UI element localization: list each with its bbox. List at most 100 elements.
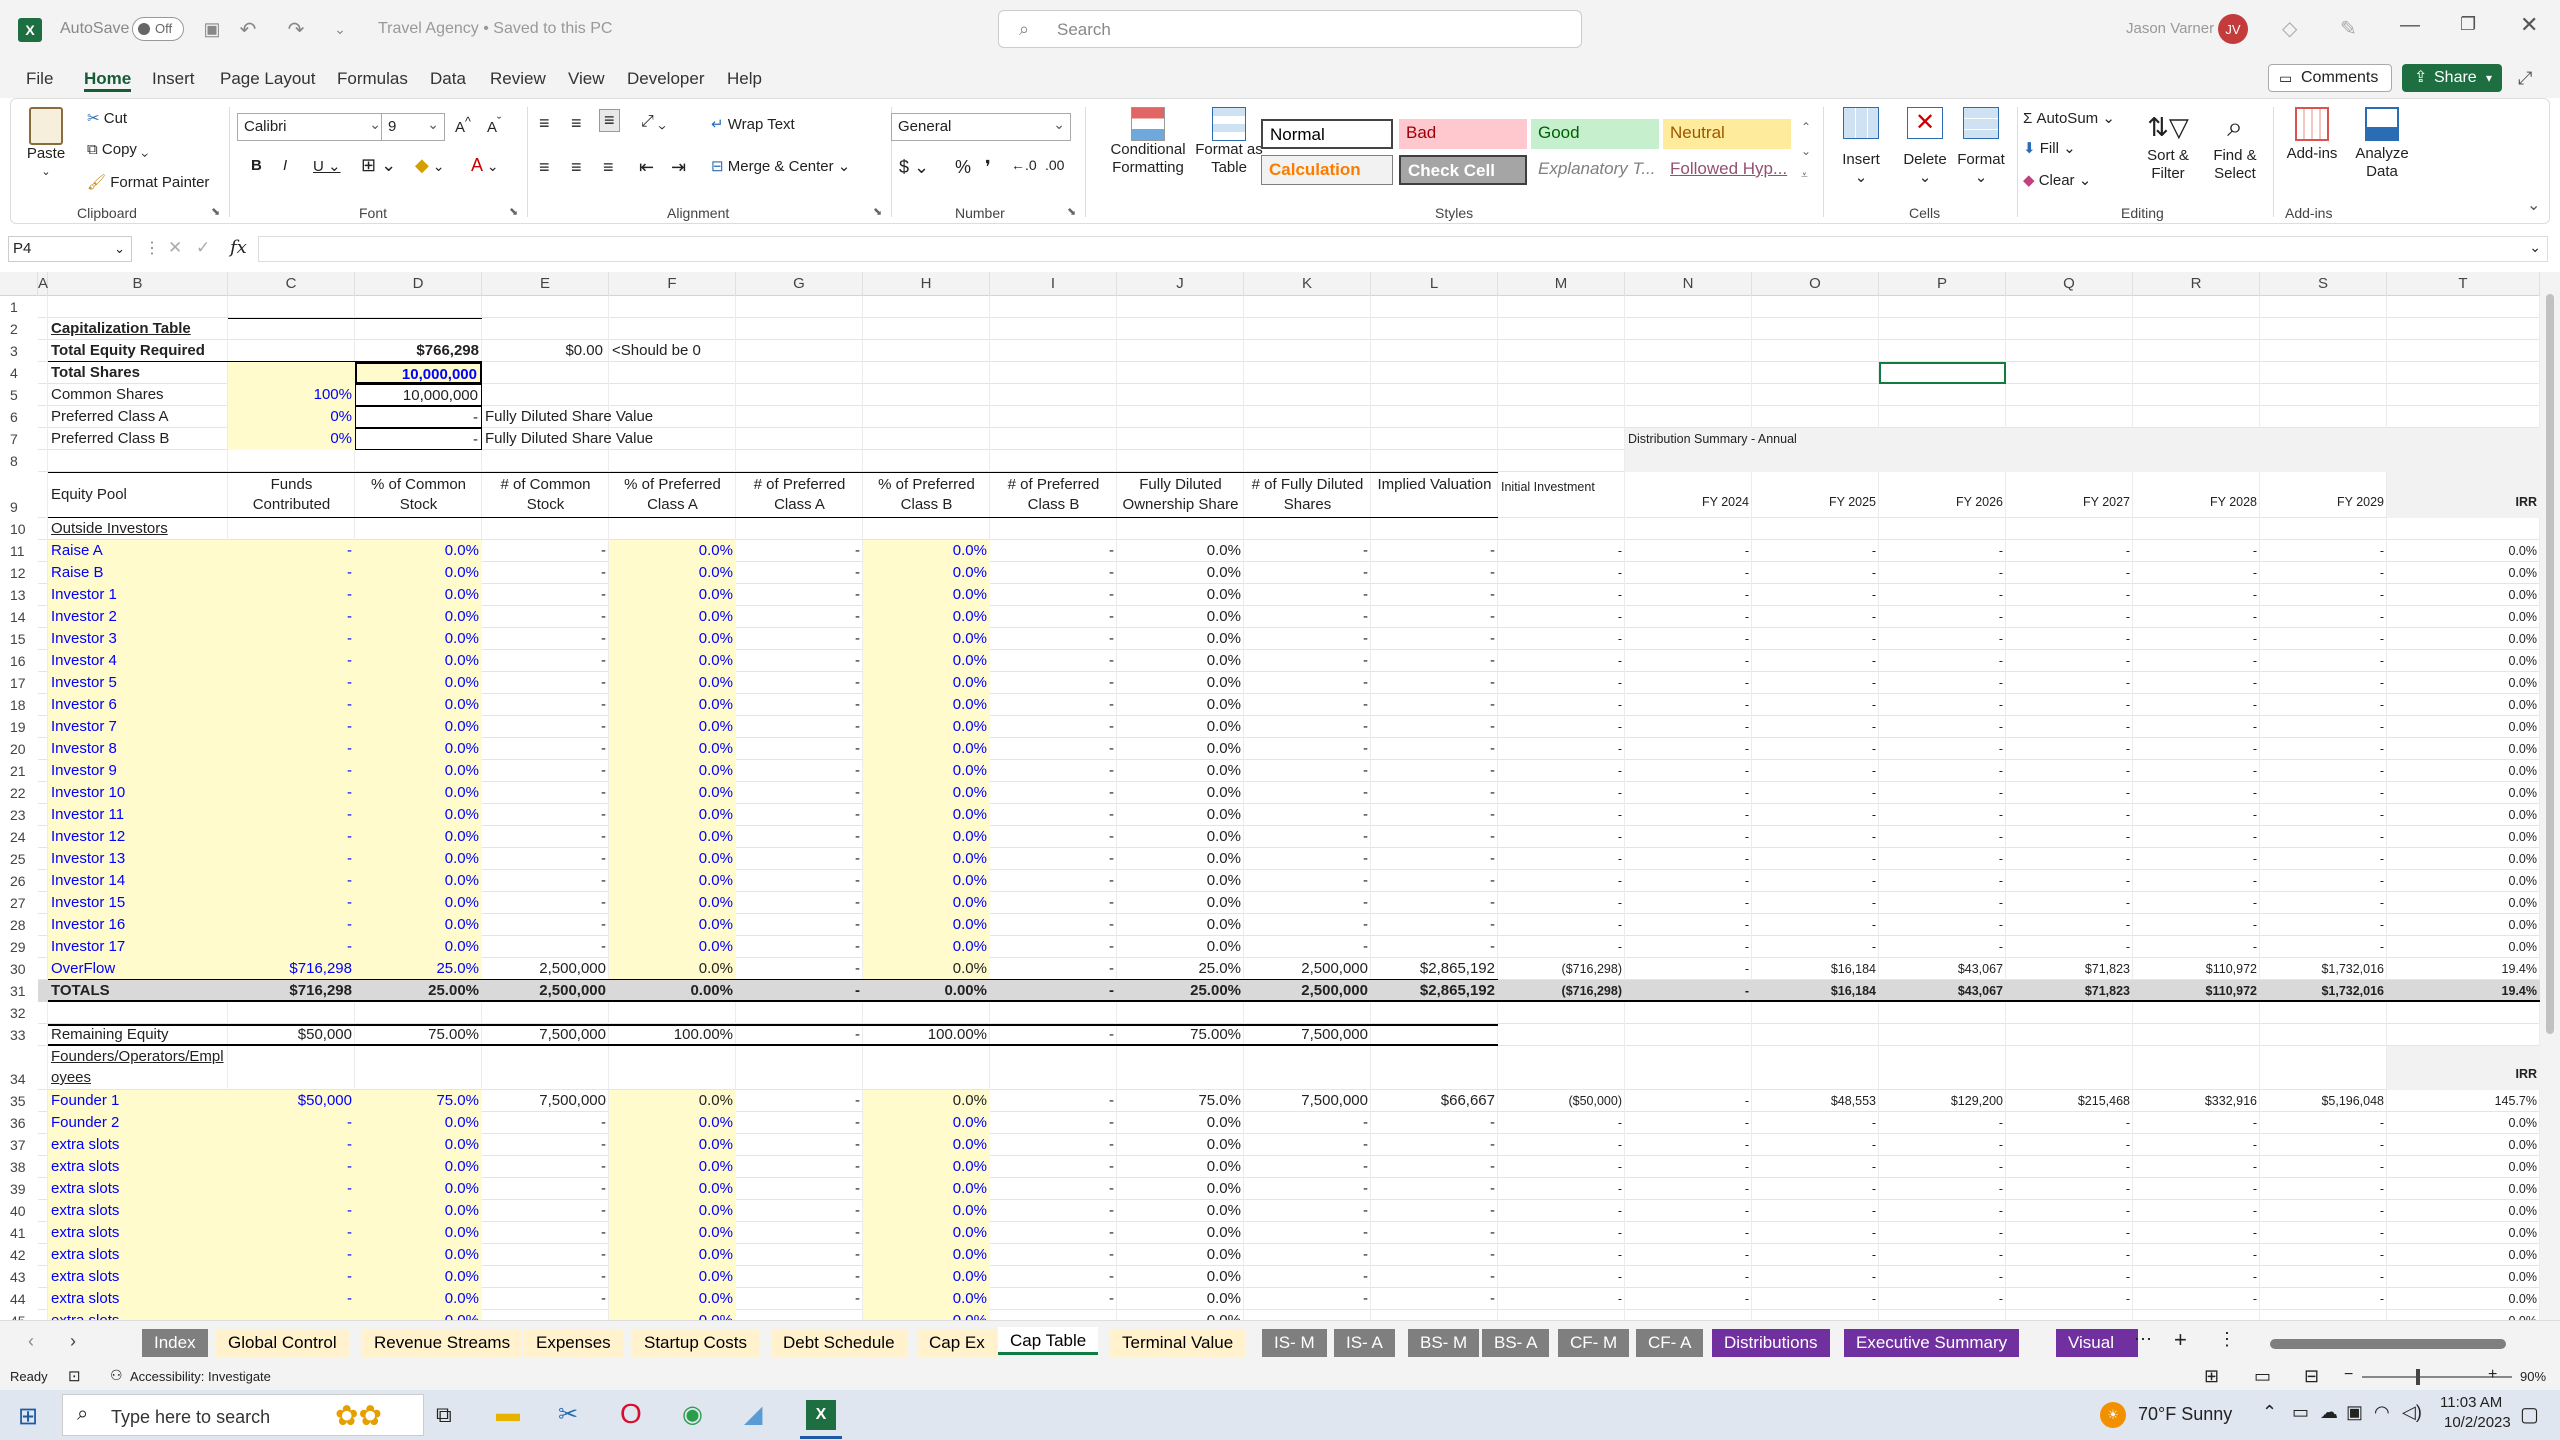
dist-cell[interactable]: - (1498, 584, 1625, 606)
table-cell[interactable]: 0.0% (609, 1156, 736, 1178)
table-cell[interactable]: - (482, 914, 609, 936)
dist-cell[interactable]: - (1879, 914, 2006, 936)
column-header-t[interactable]: T (2387, 272, 2540, 296)
dist-cell[interactable]: - (1752, 584, 1879, 606)
dist-cell[interactable]: - (1625, 628, 1752, 650)
dist-cell[interactable]: - (1879, 738, 2006, 760)
tab-page-layout[interactable]: Page Layout (220, 68, 315, 92)
cell[interactable]: 10,000,000 (355, 384, 482, 406)
dist-cell[interactable]: - (1879, 848, 2006, 870)
table-cell[interactable]: 0.0% (609, 782, 736, 804)
table-cell[interactable]: - (736, 914, 863, 936)
table-cell[interactable]: $2,865,192 (1371, 980, 1498, 1002)
app-icon[interactable]: ◢ (744, 1400, 762, 1429)
table-cell[interactable]: - (1244, 650, 1371, 672)
formula-input[interactable]: ⌄ (258, 236, 2548, 262)
dist-title[interactable]: FY 2025 (1752, 472, 1879, 518)
sheet-tab[interactable]: Expenses (524, 1329, 623, 1357)
table-cell[interactable]: - (482, 628, 609, 650)
dist-cell[interactable]: - (2260, 760, 2387, 782)
table-cell[interactable]: - (1244, 1310, 1371, 1320)
table-cell[interactable]: 0.0% (1117, 1288, 1244, 1310)
dist-cell[interactable]: 0.0% (2387, 540, 2540, 562)
monitor-icon[interactable]: ▣ (2346, 1402, 2363, 1423)
style-explanatory[interactable]: Explanatory T... (1531, 155, 1659, 185)
table-cell[interactable]: 2,500,000 (482, 980, 609, 1002)
table-cell[interactable]: - (482, 1134, 609, 1156)
table-cell[interactable]: - (736, 1112, 863, 1134)
table-cell[interactable]: 0.0% (863, 958, 990, 980)
style-check-cell[interactable]: Check Cell (1399, 155, 1527, 185)
cell[interactable]: $766,298 (355, 340, 482, 362)
table-cell[interactable]: 0.0% (355, 1134, 482, 1156)
table-cell[interactable]: - (990, 1090, 1117, 1112)
table-cell[interactable]: - (736, 826, 863, 848)
dist-cell[interactable]: - (1752, 628, 1879, 650)
table-cell[interactable]: 0.0% (355, 562, 482, 584)
table-cell[interactable]: 0.0% (1117, 716, 1244, 738)
table-cell[interactable]: - (482, 1310, 609, 1320)
sheet-tab[interactable]: IS- A (1334, 1329, 1395, 1357)
table-cell[interactable]: - (1244, 1266, 1371, 1288)
dist-cell[interactable]: - (2133, 650, 2260, 672)
dist-cell[interactable]: - (2006, 1178, 2133, 1200)
table-cell[interactable]: - (990, 826, 1117, 848)
dist-cell[interactable]: - (2260, 848, 2387, 870)
cell[interactable]: Preferred Class A (48, 406, 228, 428)
orientation-icon[interactable]: ⤢ ⌄ (641, 113, 666, 131)
dist-cell[interactable]: - (2260, 650, 2387, 672)
table-cell[interactable]: - (1371, 716, 1498, 738)
column-title[interactable]: Fully Diluted Ownership Share (1117, 472, 1244, 518)
table-cell[interactable]: 0.00% (609, 980, 736, 1002)
cell[interactable]: Distribution Summary - Annual (1625, 428, 1925, 450)
table-cell[interactable]: 0.0% (609, 892, 736, 914)
dialog-launcher-icon[interactable]: ⬊ (873, 205, 882, 218)
table-cell[interactable]: - (736, 1134, 863, 1156)
investor-name[interactable]: Investor 15 (48, 892, 228, 914)
table-cell[interactable]: - (1244, 892, 1371, 914)
founder-name[interactable]: extra slots (48, 1134, 228, 1156)
dist-cell[interactable]: $43,067 (1879, 958, 2006, 980)
table-cell[interactable]: - (228, 804, 355, 826)
sheet-tab[interactable]: Revenue Streams (362, 1329, 523, 1357)
table-cell[interactable]: 0.0% (355, 628, 482, 650)
dist-cell[interactable]: - (1752, 672, 1879, 694)
tab-help[interactable]: Help (727, 68, 762, 92)
table-cell[interactable]: 0.0% (863, 1310, 990, 1320)
cut-button[interactable]: ✂ Cut (87, 109, 127, 127)
table-cell[interactable]: 0.0% (863, 914, 990, 936)
table-cell[interactable]: 0.0% (863, 1288, 990, 1310)
table-cell[interactable]: 75.0% (355, 1090, 482, 1112)
table-cell[interactable]: 0.0% (863, 804, 990, 826)
table-cell[interactable]: 0.00% (863, 980, 990, 1002)
dist-cell[interactable]: - (1879, 672, 2006, 694)
table-cell[interactable]: - (1371, 1288, 1498, 1310)
dist-cell[interactable]: - (1879, 1266, 2006, 1288)
dist-cell[interactable]: - (1879, 1134, 2006, 1156)
dist-cell[interactable]: 0.0% (2387, 1178, 2540, 1200)
investor-name[interactable]: Investor 14 (48, 870, 228, 892)
table-cell[interactable]: 0.0% (863, 936, 990, 958)
table-cell[interactable]: 0.0% (1117, 826, 1244, 848)
table-cell[interactable]: - (228, 826, 355, 848)
table-cell[interactable]: 25.00% (355, 980, 482, 1002)
cancel-icon[interactable]: ✕ (168, 238, 182, 258)
column-header-a[interactable]: A (38, 272, 48, 296)
sheet-tab[interactable]: BS- M (1408, 1329, 1480, 1357)
table-cell[interactable]: - (1244, 1222, 1371, 1244)
column-header-r[interactable]: R (2133, 272, 2260, 296)
dist-cell[interactable]: - (1879, 562, 2006, 584)
dist-cell[interactable]: - (1879, 650, 2006, 672)
dist-cell[interactable]: - (1498, 694, 1625, 716)
section-label[interactable]: Founders/Operators/Employees (48, 1046, 228, 1090)
table-cell[interactable]: 0.0% (355, 1178, 482, 1200)
table-cell[interactable]: - (1244, 738, 1371, 760)
macro-icon[interactable]: ⊡ (68, 1367, 81, 1385)
cell[interactable]: <Should be 0 (609, 340, 789, 362)
clock-time[interactable]: 11:03 AM (2440, 1394, 2502, 1411)
table-cell[interactable]: $50,000 (228, 1024, 355, 1046)
align-right-icon[interactable]: ≡ (603, 157, 614, 178)
pen-icon[interactable]: ✎ (2340, 16, 2357, 41)
table-cell[interactable]: - (1244, 606, 1371, 628)
table-cell[interactable]: - (228, 1266, 355, 1288)
